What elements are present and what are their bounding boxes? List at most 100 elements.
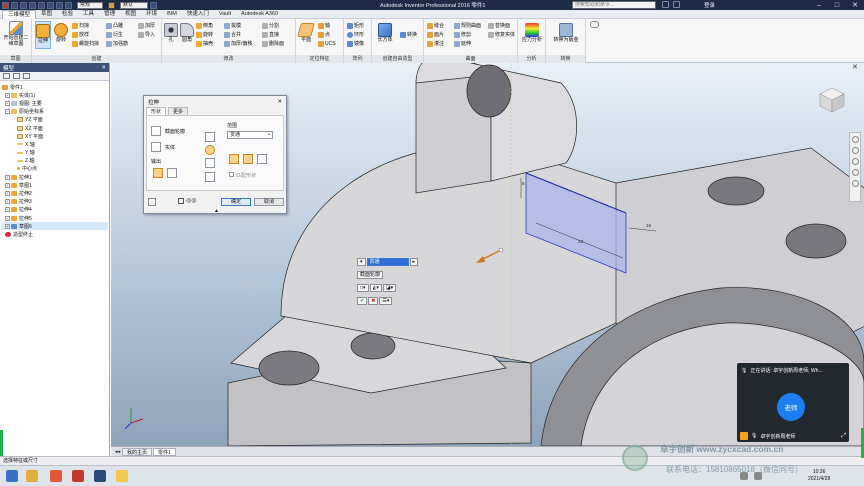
mini-distance-input[interactable]: 贯通 (366, 258, 409, 266)
tree-item[interactable]: 零件1 (1, 83, 108, 91)
mini-operation-button[interactable]: ◪▾ (382, 284, 397, 292)
orbit-icon[interactable] (851, 169, 859, 176)
sculpt-button[interactable]: 灌注 (427, 40, 444, 47)
browser-close-icon[interactable]: ✕ (101, 65, 106, 71)
repair-bodies-button[interactable]: 修复实体 (488, 31, 515, 38)
new-icon[interactable] (11, 1, 18, 9)
tab-scroll-right-icon[interactable]: ▸ (119, 449, 122, 455)
tree-item[interactable]: XZ 平面 (1, 124, 108, 132)
tab-my-home[interactable]: 我的主页 (122, 447, 153, 456)
tab-inspect[interactable]: 检验 (57, 10, 78, 19)
mini-cancel-button[interactable]: ✖ (368, 297, 379, 305)
tab-get-started[interactable]: 快速入门 (182, 10, 214, 19)
help-icon[interactable] (148, 198, 156, 206)
arrow-handle[interactable] (498, 247, 504, 253)
tree-item[interactable]: + 拉伸1 (1, 173, 108, 181)
start-sketch-button[interactable]: 开始创建二维草图 (2, 21, 30, 47)
chamfer-button[interactable]: 倒角 (196, 22, 213, 29)
save-icon[interactable] (29, 1, 36, 9)
direct-button[interactable]: 直接 (262, 31, 279, 38)
video-call-panel[interactable]: 🎙 正在讲话: 卓宇创新周老师; Wh... 老师 🎙 卓宇创新周老师 ⤢ (737, 363, 849, 442)
mini-more-button[interactable]: ☰▾ (379, 297, 393, 305)
app-icon[interactable] (50, 470, 62, 482)
tree-item[interactable]: YZ 平面 (1, 116, 108, 124)
rect-pattern-button[interactable]: 矩形 (347, 22, 364, 29)
axis-button[interactable]: 轴 (318, 22, 330, 29)
file-explorer-icon[interactable] (26, 470, 38, 482)
mini-expand-icon[interactable]: ▸ (409, 258, 419, 266)
stress-analysis-button[interactable]: 应力分析 (520, 21, 544, 44)
binoculars-icon[interactable] (662, 1, 669, 8)
expand-icon[interactable]: + (5, 182, 10, 188)
wps-icon[interactable] (72, 470, 84, 482)
tab-environments[interactable]: 环境 (141, 10, 162, 19)
circ-pattern-button[interactable]: 环形 (347, 31, 364, 38)
app-menu-button[interactable] (2, 1, 9, 9)
thicken-offset-button[interactable]: 加厚/偏移 (224, 40, 252, 47)
tree-item[interactable]: Y 轴 (1, 149, 108, 157)
mirror-button[interactable]: 镜像 (347, 40, 364, 47)
ruled-surface-button[interactable]: 规则曲面 (454, 22, 481, 29)
tree-item[interactable]: + 拉伸4 (1, 206, 108, 214)
preview-checkbox[interactable] (178, 198, 184, 204)
tree-item[interactable]: 造型终止 (1, 230, 108, 238)
dimension-label[interactable]: 16 (646, 223, 651, 228)
intersect-icon[interactable] (205, 158, 215, 168)
import-button[interactable]: 导入 (138, 31, 155, 38)
tab-view[interactable]: 视图 (120, 10, 141, 19)
fillet-button[interactable]: 圆角 (180, 21, 194, 44)
combine-button[interactable]: 合并 (224, 31, 241, 38)
login-link[interactable]: 登录 (704, 1, 715, 9)
filter-icon[interactable] (3, 73, 10, 79)
viewcube[interactable] (818, 86, 846, 114)
maximize-icon[interactable]: □ (828, 0, 846, 10)
tab-shape[interactable]: 形状 (146, 107, 167, 115)
close-icon[interactable]: ✕ (846, 0, 864, 10)
tab-manage[interactable]: 管理 (99, 10, 120, 19)
tree-item[interactable]: Z 轴 (1, 157, 108, 165)
look-at-icon[interactable] (851, 180, 859, 187)
symmetric-icon[interactable] (257, 154, 267, 164)
fx-icon[interactable] (150, 1, 157, 9)
dimension-label[interactable]: 6 (522, 181, 525, 186)
tree-item[interactable]: + 草图1 (1, 181, 108, 189)
rib-button[interactable]: 加强筋 (106, 40, 128, 47)
emboss-button[interactable]: 凸雕 (106, 22, 123, 29)
direction-1-icon[interactable] (229, 154, 239, 164)
collapse-icon[interactable]: − (5, 109, 10, 115)
coil-button[interactable]: 螺旋扫掠 (72, 40, 99, 47)
tree-item[interactable]: + 实体(1) (1, 91, 108, 99)
find-icon[interactable] (13, 73, 20, 79)
tree-item[interactable]: XY 平面 (1, 132, 108, 140)
expand-icon[interactable]: + (5, 92, 10, 98)
menu-icon[interactable] (23, 73, 30, 79)
stitch-button[interactable]: 缝合 (427, 22, 444, 29)
tab-bim[interactable]: BIM (162, 10, 182, 19)
loft-button[interactable]: 放样 (72, 31, 89, 38)
expand-icon[interactable]: + (5, 199, 10, 205)
split-button[interactable]: 分割 (262, 22, 279, 29)
tree-item[interactable]: − 原始坐标系 (1, 108, 108, 116)
style-combo[interactable]: 常规 (77, 1, 103, 9)
minimize-icon[interactable]: – (810, 0, 828, 10)
mini-extents-button[interactable]: ▾ (357, 258, 366, 266)
tree-item[interactable]: + 拉伸5 (1, 214, 108, 222)
hole-button[interactable]: 孔 (164, 21, 178, 44)
mini-profile-button[interactable]: 截面轮廓 (357, 271, 384, 279)
start-icon[interactable] (6, 470, 18, 482)
select-icon[interactable] (65, 1, 72, 9)
derive-button[interactable]: 衍生 (106, 31, 123, 38)
tab-vault[interactable]: Vault (214, 10, 236, 19)
tab-part1[interactable]: 零件1 (153, 447, 176, 456)
convert-sheet-metal-button[interactable]: 转换为钣金 (549, 21, 583, 44)
mini-output-button[interactable]: □▾ (357, 284, 369, 292)
revolve-modify-button[interactable]: 旋转 (196, 31, 213, 38)
thicken-create-button[interactable]: 加厚 (138, 22, 155, 29)
video-app-icon[interactable] (94, 470, 106, 482)
redo-icon[interactable] (47, 1, 54, 9)
expand-icon[interactable]: + (5, 223, 10, 229)
shell-button[interactable]: 抽壳 (196, 40, 213, 47)
tree-item[interactable]: + 拉伸3 (1, 198, 108, 206)
expand-icon[interactable]: + (5, 207, 10, 213)
viewport-close-icon[interactable]: ✕ (852, 63, 858, 71)
